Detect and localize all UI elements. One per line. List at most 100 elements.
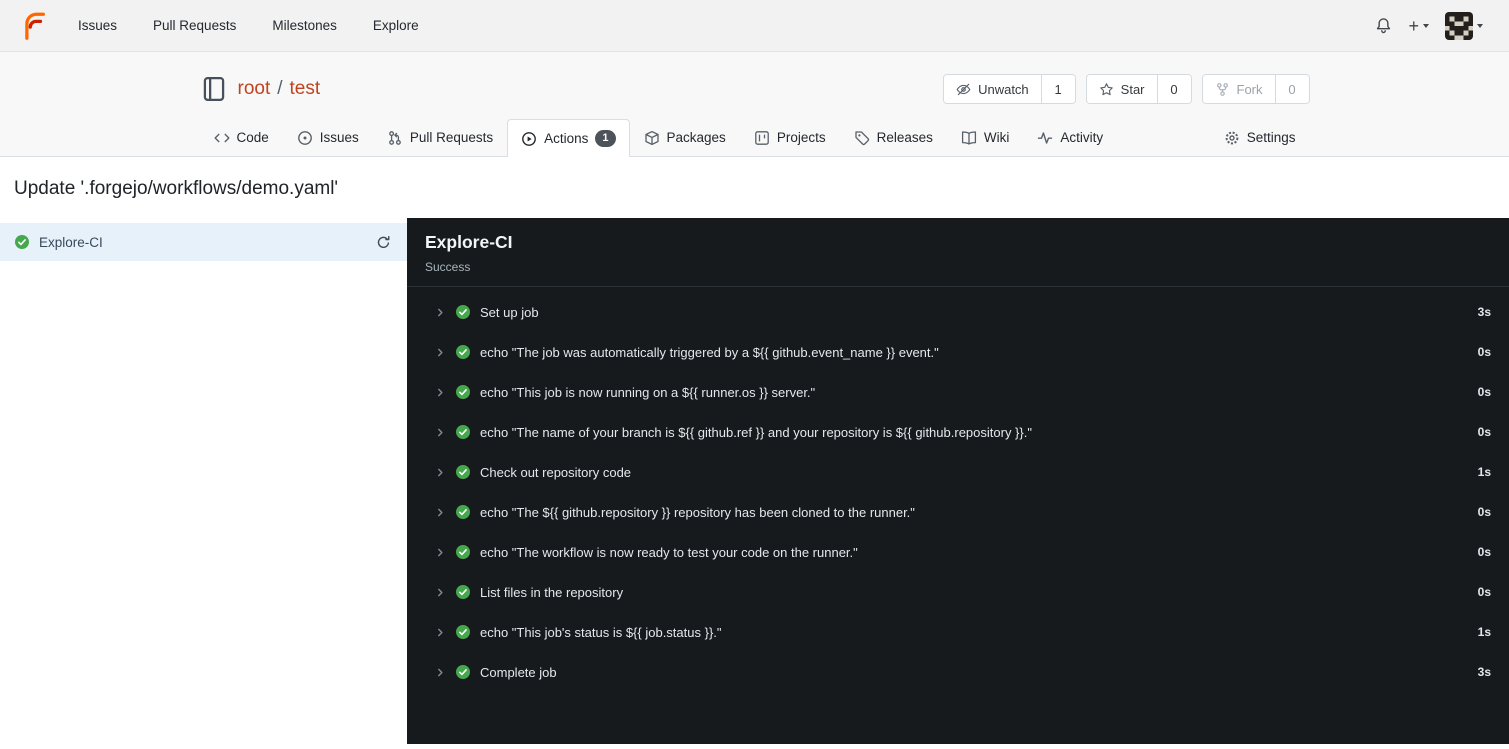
fork-icon (1215, 82, 1230, 97)
tab-projects[interactable]: Projects (740, 118, 840, 156)
check-circle-icon (455, 544, 471, 560)
tab-pull-requests[interactable]: Pull Requests (373, 118, 507, 156)
user-menu-button[interactable] (1437, 8, 1491, 44)
nav-pull-requests[interactable]: Pull Requests (153, 18, 236, 33)
package-icon (644, 130, 660, 146)
breadcrumb: root / test (238, 78, 321, 100)
tab-issues[interactable]: Issues (283, 118, 373, 156)
tab-label: Packages (666, 130, 726, 145)
tab-actions[interactable]: Actions 1 (507, 119, 630, 157)
job-status: Success (425, 260, 471, 274)
tab-code[interactable]: Code (200, 118, 283, 156)
repo-actions: Unwatch 1 Star 0 Fork 0 (943, 74, 1310, 104)
step-duration: 0s (1477, 505, 1491, 519)
step-row[interactable]: Check out repository code 1s (407, 452, 1509, 492)
run-title: Update '.forgejo/workflows/demo.yaml' (14, 178, 339, 199)
gear-icon (1224, 130, 1240, 146)
watchers-count[interactable]: 1 (1040, 75, 1075, 103)
repo-header: root / test Unwatch 1 Star 0 Fork 0 Code… (0, 52, 1509, 157)
chevron-right-icon (435, 307, 446, 318)
stars-count[interactable]: 0 (1156, 75, 1191, 103)
fork-button-group: Fork 0 (1201, 74, 1310, 104)
tab-label: Settings (1246, 130, 1296, 145)
tab-label: Releases (876, 130, 933, 145)
actions-count-badge: 1 (595, 130, 616, 147)
star-button[interactable]: Star (1086, 75, 1157, 103)
repo-name-link[interactable]: test (290, 78, 321, 100)
tab-label: Projects (776, 130, 826, 145)
step-row[interactable]: echo "The ${{ github.repository }} repos… (407, 492, 1509, 532)
forgejo-logo[interactable] (18, 10, 50, 42)
tab-activity[interactable]: Activity (1023, 118, 1117, 156)
unwatch-button[interactable]: Unwatch (944, 75, 1041, 103)
step-row[interactable]: echo "This job's status is ${{ job.statu… (407, 612, 1509, 652)
chevron-right-icon (435, 507, 446, 518)
nav-issues[interactable]: Issues (78, 18, 117, 33)
repo-title-row: root / test Unwatch 1 Star 0 Fork 0 (200, 66, 1310, 112)
refresh-icon (376, 235, 391, 250)
chevron-right-icon (435, 387, 446, 398)
tag-icon (854, 130, 870, 146)
issue-icon (297, 130, 313, 146)
star-label: Star (1120, 81, 1145, 97)
step-label: echo "The ${{ github.repository }} repos… (480, 504, 915, 520)
step-row[interactable]: echo "This job is now running on a ${{ r… (407, 372, 1509, 412)
tab-settings[interactable]: Settings (1210, 118, 1310, 156)
notifications-button[interactable] (1367, 13, 1400, 38)
bell-icon (1375, 17, 1392, 34)
step-row[interactable]: echo "The workflow is now ready to test … (407, 532, 1509, 572)
job-name: Explore-CI (39, 234, 103, 250)
pull-request-icon (387, 130, 403, 146)
step-label: List files in the repository (480, 584, 624, 600)
actions-run-page: Update '.forgejo/workflows/demo.yaml' Ex… (0, 178, 1509, 744)
tab-wiki[interactable]: Wiki (947, 118, 1024, 156)
step-duration: 1s (1477, 625, 1491, 639)
tab-releases[interactable]: Releases (840, 118, 947, 156)
steps-list: Set up job 3s echo "The job was automati… (407, 287, 1509, 692)
check-circle-icon (455, 384, 471, 400)
step-row[interactable]: echo "The job was automatically triggere… (407, 332, 1509, 372)
breadcrumb-separator: / (277, 78, 283, 99)
step-row[interactable]: echo "The name of your branch is ${{ git… (407, 412, 1509, 452)
chevron-down-icon (1477, 23, 1483, 28)
check-circle-icon (455, 624, 471, 640)
step-duration: 0s (1477, 545, 1491, 559)
tab-label: Actions (544, 131, 589, 146)
tab-packages[interactable]: Packages (630, 118, 740, 156)
job-detail-name: Explore-CI (425, 232, 513, 252)
step-row[interactable]: Set up job 3s (407, 292, 1509, 332)
step-duration: 0s (1477, 385, 1491, 399)
nav-explore[interactable]: Explore (373, 18, 419, 33)
step-duration: 0s (1477, 425, 1491, 439)
tab-label: Wiki (983, 130, 1010, 145)
job-log-header: Explore-CI Success (407, 218, 1509, 287)
check-circle-icon (14, 234, 30, 250)
nav-milestones[interactable]: Milestones (272, 18, 337, 33)
repo-owner-link[interactable]: root (238, 78, 271, 100)
repo-tabs: Code Issues Pull Requests Actions 1 Pack… (200, 118, 1310, 157)
chevron-down-icon (1423, 23, 1429, 28)
run-layout: Explore-CI Explore-CI Success Set up job… (0, 218, 1509, 744)
fork-label: Fork (1236, 81, 1263, 97)
job-list-item-explore-ci[interactable]: Explore-CI (0, 223, 407, 261)
step-label: echo "This job's status is ${{ job.statu… (480, 624, 722, 640)
tab-label: Activity (1060, 130, 1104, 145)
step-row[interactable]: List files in the repository 0s (407, 572, 1509, 612)
fork-button[interactable]: Fork (1202, 75, 1275, 103)
step-label: Set up job (480, 304, 539, 320)
step-label: echo "The job was automatically triggere… (480, 344, 939, 360)
step-row[interactable]: Complete job 3s (407, 652, 1509, 692)
rerun-job-button[interactable] (374, 233, 393, 252)
forks-count[interactable]: 0 (1274, 75, 1309, 103)
step-duration: 1s (1477, 465, 1491, 479)
chevron-right-icon (435, 547, 446, 558)
step-label: Check out repository code (480, 464, 632, 480)
check-circle-icon (455, 304, 471, 320)
chevron-right-icon (435, 667, 446, 678)
step-label: echo "The workflow is now ready to test … (480, 544, 858, 560)
check-circle-icon (455, 464, 471, 480)
check-circle-icon (455, 504, 471, 520)
create-new-button[interactable]: + (1400, 13, 1437, 39)
step-label: Complete job (480, 664, 557, 680)
chevron-right-icon (435, 587, 446, 598)
